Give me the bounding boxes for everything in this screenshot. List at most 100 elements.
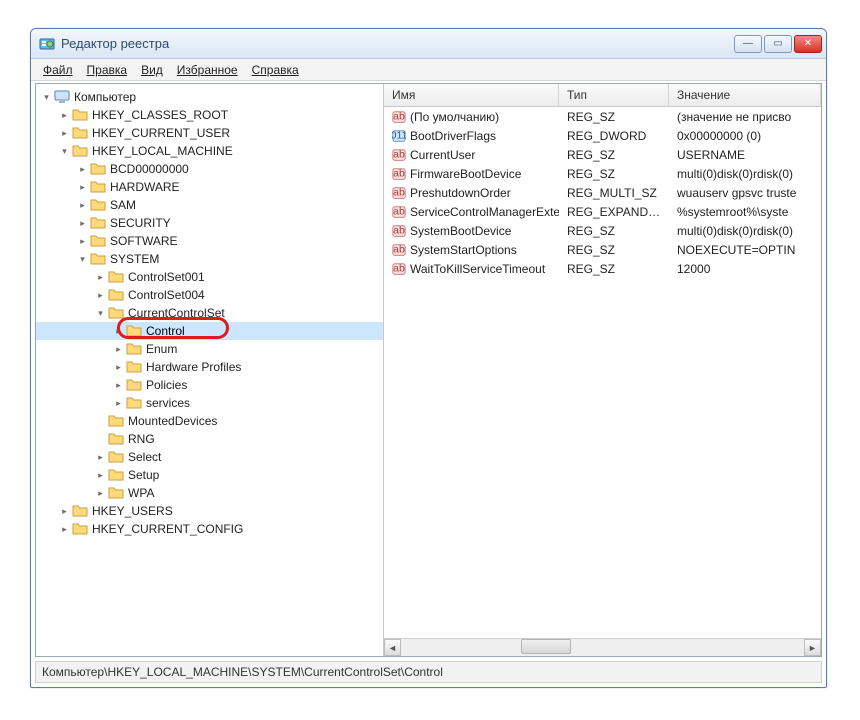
value-row[interactable]: abSystemBootDeviceREG_SZmulti(0)disk(0)r… <box>384 221 821 240</box>
expander-icon[interactable]: ▸ <box>94 289 107 302</box>
tree-node-label: Select <box>128 450 161 464</box>
menu-favorites[interactable]: Избранное <box>171 61 244 79</box>
value-row[interactable]: abPreshutdownOrderREG_MULTI_SZwuauserv g… <box>384 183 821 202</box>
tree-hklm-software[interactable]: ▸SOFTWARE <box>36 232 383 250</box>
close-button[interactable]: ✕ <box>794 35 822 53</box>
tree-node-label: HKEY_CLASSES_ROOT <box>92 108 228 122</box>
value-type-cell: REG_DWORD <box>559 129 669 143</box>
tree-system-setup[interactable]: ▸Setup <box>36 466 383 484</box>
tree-ccs-policies[interactable]: ▸Policies <box>36 376 383 394</box>
tree-node-label: HKEY_LOCAL_MACHINE <box>92 144 233 158</box>
expander-icon[interactable]: ▸ <box>94 451 107 464</box>
menu-file[interactable]: Файл <box>37 61 79 79</box>
value-row[interactable]: abFirmwareBootDeviceREG_SZmulti(0)disk(0… <box>384 164 821 183</box>
expander-icon[interactable]: ▾ <box>58 145 71 158</box>
value-data-cell: (значение не присво <box>669 110 821 124</box>
value-row[interactable]: ab(По умолчанию)REG_SZ(значение не присв… <box>384 107 821 126</box>
window-title: Редактор реестра <box>61 36 734 51</box>
tree-hklm-sam[interactable]: ▸SAM <box>36 196 383 214</box>
menu-edit[interactable]: Правка <box>81 61 134 79</box>
expander-icon[interactable]: ▸ <box>112 379 125 392</box>
value-name-cell: abSystemStartOptions <box>384 243 559 257</box>
tree-system-controlset001[interactable]: ▸ControlSet001 <box>36 268 383 286</box>
expander-icon[interactable]: ▾ <box>94 307 107 320</box>
expander-icon[interactable]: ▸ <box>112 361 125 374</box>
titlebar[interactable]: Редактор реестра — ▭ ✕ <box>31 29 826 59</box>
svg-text:ab: ab <box>393 186 405 198</box>
tree-node-label: SECURITY <box>110 216 171 230</box>
column-header-name[interactable]: Имя <box>384 84 559 106</box>
expander-icon[interactable]: ▸ <box>76 217 89 230</box>
tree-ccs-hardware-profiles[interactable]: ▸Hardware Profiles <box>36 358 383 376</box>
expander-icon[interactable]: ▸ <box>112 397 125 410</box>
expander-icon[interactable]: ▸ <box>94 487 107 500</box>
expander-icon[interactable]: ▸ <box>112 343 125 356</box>
tree-root-computer[interactable]: ▾Компьютер <box>36 88 383 106</box>
value-name-cell: abSystemBootDevice <box>384 224 559 238</box>
tree-hklm-bcd00000000[interactable]: ▸BCD00000000 <box>36 160 383 178</box>
value-name-cell: ab(По умолчанию) <box>384 110 559 124</box>
expander-icon[interactable]: ▸ <box>76 181 89 194</box>
expander-icon[interactable]: ▸ <box>76 235 89 248</box>
value-row[interactable]: 011BootDriverFlagsREG_DWORD0x00000000 (0… <box>384 126 821 145</box>
expander-icon[interactable]: ▸ <box>76 163 89 176</box>
maximize-button[interactable]: ▭ <box>764 35 792 53</box>
scroll-left-button[interactable]: ◄ <box>384 639 401 656</box>
tree-hklm-hardware[interactable]: ▸ HARDWARE <box>36 178 383 196</box>
tree-system-select[interactable]: ▸ Select <box>36 448 383 466</box>
value-row[interactable]: abSystemStartOptionsREG_SZ NOEXECUTE=OPT… <box>384 240 821 259</box>
value-row[interactable]: abCurrentUserREG_SZUSERNAME <box>384 145 821 164</box>
statusbar: Компьютер\HKEY_LOCAL_MACHINE\SYSTEM\Curr… <box>35 661 822 683</box>
tree-system-controlset004[interactable]: ▸ControlSet004 <box>36 286 383 304</box>
expander-icon[interactable]: ▸ <box>58 109 71 122</box>
tree-hklm-system[interactable]: ▾SYSTEM <box>36 250 383 268</box>
value-row[interactable]: abServiceControlManagerExte...REG_EXPAND… <box>384 202 821 221</box>
expander-icon[interactable]: ▸ <box>94 469 107 482</box>
tree-hive-hkcr[interactable]: ▸ HKEY_CLASSES_ROOT <box>36 106 383 124</box>
value-type-cell: REG_SZ <box>559 262 669 276</box>
expander-icon[interactable]: ▸ <box>94 271 107 284</box>
tree-node-label: HARDWARE <box>110 180 180 194</box>
tree-ccs-enum[interactable]: ▸Enum <box>36 340 383 358</box>
tree-pane[interactable]: ▾Компьютер ▸ HKEY_CLASSES_ROOT ▸HKEY_CURREN… <box>36 84 384 656</box>
value-name-cell: abFirmwareBootDevice <box>384 167 559 181</box>
list-pane: Имя Тип Значение ab(По умолчанию) REG_SZ (… <box>384 84 821 656</box>
tree-system-mounteddevices[interactable]: ▸MountedDevices <box>36 412 383 430</box>
expander-icon[interactable]: ▸ <box>112 325 125 338</box>
tree-hive-hkcc[interactable]: ▸HKEY_CURRENT_CONFIG <box>36 520 383 538</box>
scroll-track[interactable] <box>401 639 804 656</box>
expander-icon[interactable]: ▾ <box>76 253 89 266</box>
minimize-button[interactable]: — <box>734 35 762 53</box>
tree-system-rng[interactable]: ▸RNG <box>36 430 383 448</box>
expander-icon[interactable]: ▸ <box>58 523 71 536</box>
horizontal-scrollbar[interactable]: ◄ ► <box>384 638 821 656</box>
tree-hive-hklm[interactable]: ▾ HKEY_LOCAL_MACHINE <box>36 142 383 160</box>
value-data-cell: USERNAME <box>669 148 821 162</box>
status-path: Компьютер\HKEY_LOCAL_MACHINE\SYSTEM\Curr… <box>42 665 443 679</box>
svg-text:ab: ab <box>393 205 405 217</box>
expander-icon[interactable]: ▾ <box>40 91 53 104</box>
menu-help[interactable]: Справка <box>246 61 305 79</box>
expander-icon[interactable]: ▸ <box>58 127 71 140</box>
expander-icon[interactable]: ▸ <box>58 505 71 518</box>
tree-system-wpa[interactable]: ▸WPA <box>36 484 383 502</box>
tree-system-currentcontrolset[interactable]: ▾CurrentControlSet <box>36 304 383 322</box>
expander-icon[interactable]: ▸ <box>76 199 89 212</box>
tree-ccs-services[interactable]: ▸services <box>36 394 383 412</box>
value-row[interactable]: abWaitToKillServiceTimeoutREG_SZ12000 <box>384 259 821 278</box>
client-area: ▾Компьютер ▸ HKEY_CLASSES_ROOT ▸HKEY_CURREN… <box>35 83 822 657</box>
menu-view[interactable]: Вид <box>135 61 169 79</box>
column-header-value[interactable]: Значение <box>669 84 821 106</box>
tree-hive-hku[interactable]: ▸ HKEY_USERS <box>36 502 383 520</box>
column-header-type[interactable]: Тип <box>559 84 669 106</box>
svg-text:011: 011 <box>392 129 406 141</box>
scroll-right-button[interactable]: ► <box>804 639 821 656</box>
value-type-cell: REG_SZ <box>559 167 669 181</box>
tree-node-label: HKEY_USERS <box>92 504 173 518</box>
list-body[interactable]: ab(По умолчанию) REG_SZ (значение не присв… <box>384 107 821 638</box>
tree-hklm-security[interactable]: ▸ SECURITY <box>36 214 383 232</box>
scroll-thumb[interactable] <box>521 639 571 654</box>
tree-ccs-control[interactable]: ▸Control <box>36 322 383 340</box>
tree-hive-hkcu[interactable]: ▸HKEY_CURRENT_USER <box>36 124 383 142</box>
value-data-cell: %systemroot%\syste <box>669 205 821 219</box>
